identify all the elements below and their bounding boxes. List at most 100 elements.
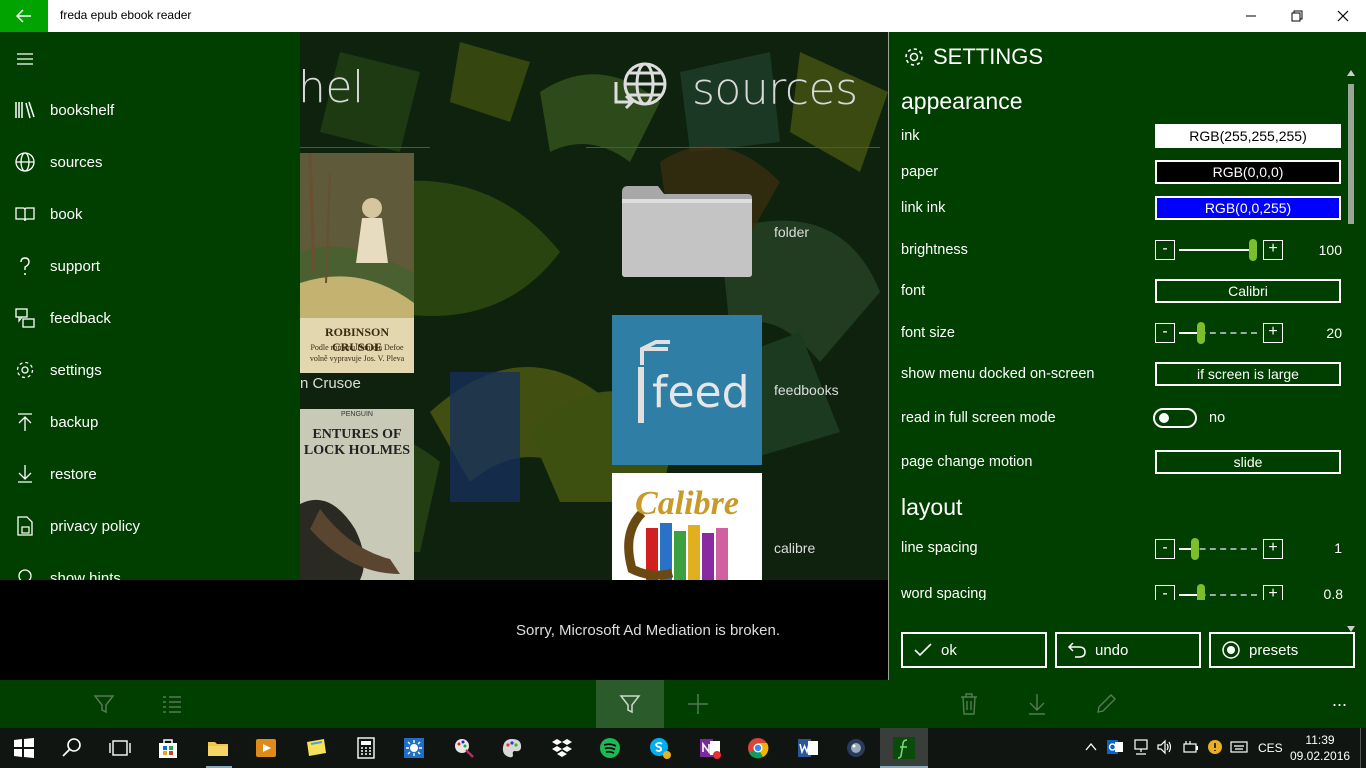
- paper-color-picker[interactable]: RGB(0,0,0): [1155, 160, 1341, 184]
- font-size-increase-button[interactable]: +: [1263, 323, 1283, 343]
- font-selector[interactable]: Calibri: [1155, 279, 1341, 303]
- scroll-up-icon[interactable]: [1347, 70, 1355, 76]
- outlook-tray-icon[interactable]: [1106, 738, 1124, 756]
- onenote-icon[interactable]: [698, 736, 722, 760]
- link-ink-color-picker[interactable]: RGB(0,0,255): [1155, 196, 1341, 220]
- paint-tool-icon[interactable]: [452, 736, 476, 760]
- presets-button[interactable]: presets: [1209, 632, 1355, 668]
- volume-icon[interactable]: [1156, 738, 1174, 756]
- word-spacing-increase-button[interactable]: +: [1263, 585, 1283, 600]
- source-label-feedbooks[interactable]: feedbooks: [774, 382, 839, 398]
- menu-label-book: book: [50, 205, 83, 223]
- calculator-icon[interactable]: [354, 736, 378, 760]
- menu-item-support[interactable]: support: [0, 246, 300, 286]
- ink-color-picker[interactable]: RGB(255,255,255): [1155, 124, 1341, 148]
- store-icon[interactable]: [156, 736, 180, 760]
- calibre-source-tile[interactable]: Calibre: [612, 473, 762, 580]
- input-language-indicator[interactable]: CES: [1258, 741, 1283, 755]
- line-spacing-decrease-button[interactable]: -: [1155, 539, 1175, 559]
- font-size-slider[interactable]: [1179, 322, 1257, 344]
- book-cover-sherlock-holmes[interactable]: PENGUIN ENTURES OF LOCK HOLMES: [300, 409, 414, 580]
- feedbooks-source-tile[interactable]: feed: [612, 315, 762, 465]
- document-lock-icon: [17, 516, 33, 536]
- menu-item-backup[interactable]: backup: [0, 402, 300, 442]
- folder-source-tile[interactable]: [620, 182, 754, 278]
- checkmark-icon: [914, 643, 932, 657]
- photo-viewer-icon[interactable]: [844, 736, 868, 760]
- word-icon[interactable]: [796, 736, 820, 760]
- back-button[interactable]: [0, 0, 48, 32]
- keyboard-tray-icon[interactable]: [1230, 738, 1248, 756]
- menu-item-settings[interactable]: settings: [0, 350, 300, 390]
- word-spacing-decrease-button[interactable]: -: [1155, 585, 1175, 600]
- update-notification-icon[interactable]: [1206, 738, 1224, 756]
- menu-item-book[interactable]: book: [0, 194, 300, 234]
- word-spacing-thumb[interactable]: [1197, 584, 1205, 600]
- show-hidden-icons-chevron[interactable]: [1084, 740, 1098, 754]
- file-explorer-icon[interactable]: [206, 736, 230, 760]
- book-cover-robinson-crusoe[interactable]: ROBINSON CRUSOE Podle románu Daniela Def…: [300, 153, 414, 373]
- add-icon[interactable]: [686, 692, 710, 716]
- settings-scrollbar[interactable]: [1345, 70, 1357, 632]
- presets-button-label: presets: [1249, 641, 1299, 659]
- feed-rss-mark: [640, 340, 670, 365]
- ok-button[interactable]: ok: [901, 632, 1047, 668]
- list-icon-disabled[interactable]: [160, 692, 184, 716]
- menu-item-feedback[interactable]: feedback: [0, 298, 300, 338]
- source-label-calibre[interactable]: calibre: [774, 540, 815, 556]
- menu-item-restore[interactable]: restore: [0, 454, 300, 494]
- skype-icon[interactable]: [648, 736, 672, 760]
- line-spacing-thumb[interactable]: [1191, 538, 1199, 560]
- brightness-app-icon[interactable]: [402, 736, 426, 760]
- delete-icon[interactable]: [957, 692, 981, 716]
- filter-button-active[interactable]: [596, 680, 664, 728]
- page-change-selector[interactable]: slide: [1155, 450, 1341, 474]
- brightness-thumb[interactable]: [1249, 239, 1257, 261]
- clock-time[interactable]: 11:39: [1296, 733, 1344, 747]
- close-icon: [1337, 10, 1349, 22]
- full-screen-toggle[interactable]: [1153, 408, 1197, 428]
- brightness-decrease-button[interactable]: -: [1155, 240, 1175, 260]
- menu-item-privacy-policy[interactable]: privacy policy: [0, 506, 300, 546]
- sources-globe-icon: [614, 62, 667, 110]
- brightness-increase-button[interactable]: +: [1263, 240, 1283, 260]
- minimize-button[interactable]: [1228, 0, 1274, 32]
- menu-item-sources[interactable]: sources: [0, 142, 300, 182]
- windows-start-icon[interactable]: [12, 736, 36, 760]
- word-spacing-slider[interactable]: [1179, 584, 1257, 600]
- font-label: font: [901, 283, 926, 299]
- back-arrow-icon: [16, 9, 31, 23]
- undo-button[interactable]: undo: [1055, 632, 1201, 668]
- more-options-button[interactable]: ...: [1332, 690, 1347, 711]
- close-button[interactable]: [1320, 0, 1366, 32]
- line-spacing-slider[interactable]: [1179, 538, 1257, 560]
- brightness-slider[interactable]: [1179, 239, 1257, 261]
- show-menu-selector[interactable]: if screen is large: [1155, 362, 1341, 386]
- chrome-icon[interactable]: [746, 736, 770, 760]
- menu-item-bookshelf[interactable]: bookshelf: [0, 90, 300, 130]
- media-player-icon[interactable]: [254, 736, 278, 760]
- font-size-thumb[interactable]: [1197, 322, 1205, 344]
- battery-power-icon[interactable]: [1182, 738, 1200, 756]
- network-icon[interactable]: [1132, 738, 1150, 756]
- filter-icon-disabled[interactable]: [92, 692, 116, 716]
- settings-scroll-thumb[interactable]: [1348, 84, 1354, 224]
- freda-taskbar-button-active[interactable]: [880, 728, 928, 768]
- sticky-notes-icon[interactable]: [304, 736, 328, 760]
- hamburger-menu-button[interactable]: [14, 48, 36, 70]
- maximize-button[interactable]: [1274, 0, 1320, 32]
- paint-palette-icon[interactable]: [500, 736, 524, 760]
- edit-pencil-icon[interactable]: [1094, 692, 1118, 716]
- dropbox-icon[interactable]: [550, 736, 574, 760]
- download-icon[interactable]: [1025, 692, 1049, 716]
- show-desktop-button[interactable]: [1360, 728, 1366, 768]
- source-label-folder[interactable]: folder: [774, 224, 809, 240]
- menu-item-show-hints[interactable]: show hints: [0, 558, 300, 580]
- search-icon[interactable]: [60, 736, 84, 760]
- spotify-icon[interactable]: [598, 736, 622, 760]
- brightness-value: 100: [1318, 242, 1342, 258]
- line-spacing-increase-button[interactable]: +: [1263, 539, 1283, 559]
- clock-date[interactable]: 09.02.2016: [1290, 749, 1350, 763]
- font-size-decrease-button[interactable]: -: [1155, 323, 1175, 343]
- task-view-icon[interactable]: [108, 736, 132, 760]
